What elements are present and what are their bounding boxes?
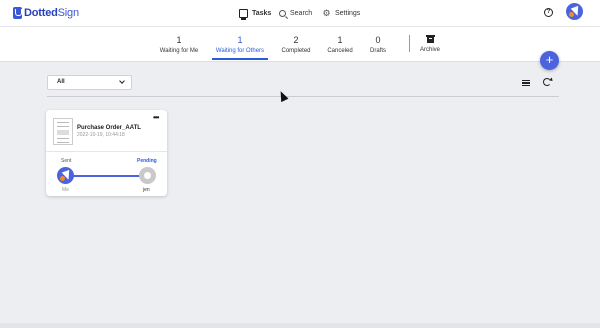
nav-search-label: Search: [290, 9, 313, 17]
tab-label: Drafts: [369, 48, 386, 54]
document-title: Purchase Order_AATL: [77, 125, 141, 131]
refresh-icon[interactable]: [543, 78, 551, 86]
signer-avatar-me: [57, 167, 74, 184]
tab-waiting-for-me[interactable]: 1 Waiting for Me: [158, 35, 200, 54]
tab-label: Completed: [281, 48, 311, 54]
top-bar: DottedSign Tasks Search ⚙ Settings ?: [0, 0, 600, 26]
status-pending-label: Pending: [137, 158, 157, 164]
logo-text: Sign: [57, 7, 79, 19]
archive-icon: [425, 35, 435, 43]
signer-avatar-jen: [139, 167, 156, 184]
logo-icon: [13, 7, 22, 19]
app-logo[interactable]: DottedSign: [13, 6, 79, 20]
task-card-header: Purchase Order_AATL 2022-10-19, 10:44:18…: [46, 110, 167, 152]
help-icon[interactable]: ?: [544, 8, 553, 17]
tab-count: 1: [237, 35, 243, 45]
tab-count: 1: [337, 35, 343, 45]
nav-settings[interactable]: ⚙ Settings: [322, 7, 360, 19]
nav-search[interactable]: Search: [279, 7, 312, 19]
bottom-edge: [0, 323, 600, 328]
mouse-cursor-icon: [277, 89, 289, 103]
gear-icon: ⚙: [322, 7, 331, 18]
nav-tasks[interactable]: Tasks: [239, 7, 272, 20]
user-avatar[interactable]: [566, 3, 583, 20]
tab-label: Waiting for Me: [159, 48, 199, 54]
status-tabs: 1 Waiting for Me 1 Waiting for Others 2 …: [0, 26, 600, 62]
tab-canceled[interactable]: 1 Canceled: [326, 35, 354, 54]
progress-track: [73, 175, 148, 177]
chevron-down-icon: [119, 78, 125, 84]
status-sent-label: Sent: [61, 158, 72, 164]
tab-count: 1: [176, 35, 182, 45]
list-view-icon[interactable]: [522, 80, 530, 86]
task-card[interactable]: Purchase Order_AATL 2022-10-19, 10:44:18…: [46, 110, 167, 196]
tab-waiting-for-others[interactable]: 1 Waiting for Others: [212, 35, 268, 60]
signer-label-me: Me: [62, 187, 69, 193]
tab-archive[interactable]: Archive: [419, 35, 441, 53]
filter-select[interactable]: All: [47, 75, 132, 90]
logo-text-bold: Dotted: [24, 7, 58, 19]
tab-label: Waiting for Others: [215, 48, 265, 54]
nav-settings-label: Settings: [335, 9, 361, 17]
tab-completed[interactable]: 2 Completed: [280, 35, 312, 54]
document-date: 2022-10-19, 10:44:18: [77, 132, 125, 138]
archive-label: Archive: [419, 47, 440, 53]
signer-label-jen: jen: [143, 187, 150, 193]
nav-tasks-label: Tasks: [252, 9, 272, 17]
search-icon: [279, 9, 286, 17]
tab-divider: [409, 35, 410, 52]
tasks-icon: [239, 8, 248, 20]
document-thumbnail: [53, 118, 73, 145]
more-icon[interactable]: •••: [153, 114, 159, 122]
filter-selected-value: All: [57, 79, 65, 85]
tab-count: 2: [293, 35, 299, 45]
create-button[interactable]: +: [540, 51, 559, 70]
divider: [47, 96, 559, 97]
tab-drafts[interactable]: 0 Drafts: [367, 35, 389, 54]
tab-count: 0: [375, 35, 381, 45]
tab-label: Canceled: [327, 48, 353, 54]
